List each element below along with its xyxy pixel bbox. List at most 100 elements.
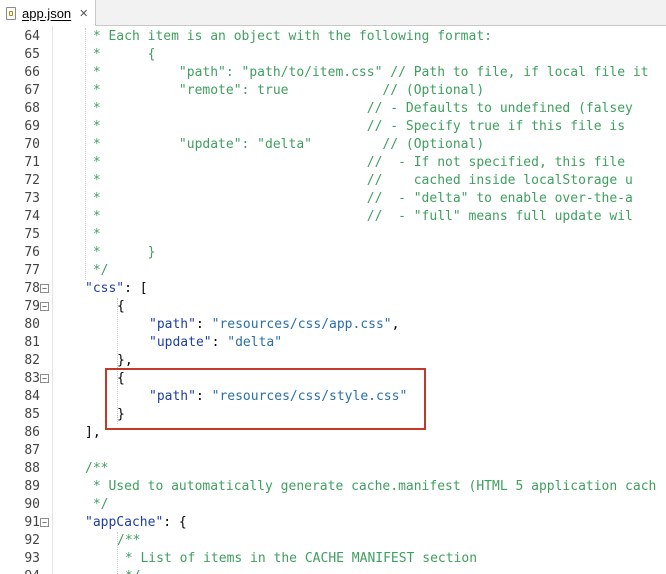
code-text: { [117,298,125,316]
code-token: "appCache" [85,515,164,530]
code-line[interactable]: 71 * // - If not specified, this file [0,154,666,172]
line-number: 70 [24,137,40,152]
code-token: "delta" [227,335,283,350]
line-number: 78 [24,281,40,296]
code-token: "resources/css/style.css" [211,389,408,404]
code-line[interactable]: 94 */ [0,568,666,574]
tab-app-json[interactable]: app.json ✕ [0,0,96,26]
code-token: "path" [149,317,196,332]
code-line[interactable]: 64 * Each item is an object with the fol… [0,28,666,46]
line-number: 74 [24,209,40,224]
code-line[interactable]: 93 * List of items in the CACHE MANIFEST… [0,550,666,568]
code-text: * "path": "path/to/item.css" // Path to … [85,65,649,80]
code-line[interactable]: 86], [0,424,666,442]
code-token: { [117,371,125,386]
fold-toggle-icon[interactable]: − [40,302,49,311]
editor-tab-bar: app.json ✕ [0,0,666,26]
code-editor[interactable]: 64 * Each item is an object with the fol… [0,26,666,574]
code-text: * // - Defaults to undefined (falsey [85,101,633,116]
fold-toggle-icon[interactable]: − [40,374,49,383]
code-line[interactable]: 87 [0,442,666,460]
code-line[interactable]: 80 "path": "resources/css/app.css", [0,316,666,334]
line-number: 64 [24,29,40,44]
code-token: ], [85,425,101,440]
code-token: , [391,317,400,332]
line-number: 91 [24,515,40,530]
line-number: 90 [24,497,40,512]
line-number: 83 [24,371,40,386]
code-text: "update": "delta" [149,334,282,352]
line-number: 82 [24,353,40,368]
line-number: 79 [24,299,40,314]
code-text: * List of items in the CACHE MANIFEST se… [117,551,478,566]
code-token: } [117,407,125,422]
code-line[interactable]: 77 */ [0,262,666,280]
line-number: 72 [24,173,40,188]
code-text: * "update": "delta" // (Optional) [85,137,485,152]
line-number: 66 [24,65,40,80]
code-line[interactable]: 69 * // - Specify true if this file is [0,118,666,136]
code-text: /** [117,533,141,548]
code-token: "path" [149,389,196,404]
fold-toggle-icon[interactable]: − [40,518,49,527]
code-line[interactable]: 84 "path": "resources/css/style.css" [0,388,666,406]
code-line[interactable]: 66 * "path": "path/to/item.css" // Path … [0,64,666,82]
code-text: * } [85,245,156,260]
code-line[interactable]: 85} [0,406,666,424]
code-text: "css": [ [85,280,148,298]
close-icon[interactable]: ✕ [79,7,88,20]
code-text: */ [85,263,109,278]
code-line[interactable]: 81 "update": "delta" [0,334,666,352]
code-line[interactable]: 70 * "update": "delta" // (Optional) [0,136,666,154]
line-number: 68 [24,101,40,116]
code-line[interactable]: 90 */ [0,496,666,514]
code-token: { [117,299,125,314]
code-line[interactable]: 92 /** [0,532,666,550]
line-number: 65 [24,47,40,62]
line-number: 75 [24,227,40,242]
code-line[interactable]: 72 * // cached inside localStorage u [0,172,666,190]
line-number: 86 [24,425,40,440]
line-number: 73 [24,191,40,206]
line-number: 93 [24,551,40,566]
code-line[interactable]: 91− "appCache": { [0,514,666,532]
code-line[interactable]: 65 * { [0,46,666,64]
line-number: 89 [24,479,40,494]
code-line[interactable]: 76 * } [0,244,666,262]
fold-toggle-icon[interactable]: − [40,284,49,293]
code-line[interactable]: 75 * [0,226,666,244]
code-text: * // - If not specified, this file [85,155,626,170]
code-token: "update" [149,335,212,350]
code-text: * // - Specify true if this file is [85,119,626,134]
line-number: 71 [24,155,40,170]
code-text: * // - "full" means full update wil [85,209,633,224]
code-line[interactable]: 67 * "remote": true // (Optional) [0,82,666,100]
line-number: 85 [24,407,40,422]
code-token: : [211,335,228,350]
line-number: 81 [24,335,40,350]
code-line[interactable]: 73 * // - "delta" to enable over-the-a [0,190,666,208]
code-line[interactable]: 82}, [0,352,666,370]
code-line[interactable]: 68 * // - Defaults to undefined (falsey [0,100,666,118]
code-line[interactable]: 78− "css": [ [0,280,666,298]
code-line[interactable]: 79− { [0,298,666,316]
code-token: : [195,317,212,332]
tab-label: app.json [22,5,72,21]
code-text: * // - "delta" to enable over-the-a [85,191,633,206]
code-line[interactable]: 83− { [0,370,666,388]
line-number: 88 [24,461,40,476]
code-line[interactable]: 74 * // - "full" means full update wil [0,208,666,226]
code-token: : [195,389,212,404]
code-text: } [117,406,125,424]
code-text: { [117,370,125,388]
code-text: "path": "resources/css/app.css", [149,316,399,334]
code-text: * Used to automatically generate cache.m… [85,479,657,494]
code-line[interactable]: 88 /** [0,460,666,478]
code-text: */ [117,568,141,574]
line-number: 76 [24,245,40,260]
code-token: }, [117,353,133,368]
code-token: : { [163,515,187,530]
code-text: * Each item is an object with the follow… [85,29,492,44]
code-line[interactable]: 89 * Used to automatically generate cach… [0,478,666,496]
json-file-icon [6,6,16,20]
